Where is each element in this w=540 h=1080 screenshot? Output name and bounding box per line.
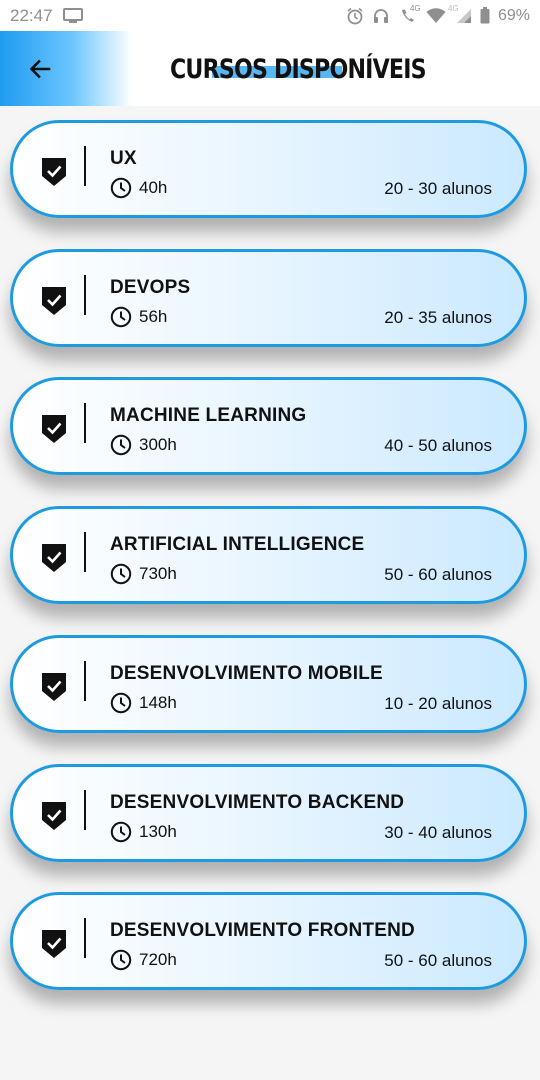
clock-icon (110, 177, 132, 199)
course-students: 50 - 60 alunos (384, 565, 492, 584)
card-divider (84, 661, 86, 701)
course-hours-row: 40h (110, 177, 167, 199)
course-hours: 300h (139, 435, 177, 454)
course-hours: 130h (139, 822, 177, 841)
network-label: 4G (409, 3, 421, 13)
course-hours: 56h (139, 307, 168, 326)
course-hours-row: 720h (110, 949, 177, 971)
clock-icon (110, 563, 132, 585)
wifi-icon (426, 7, 446, 24)
battery-icon (480, 7, 490, 24)
course-students: 30 - 40 alunos (384, 823, 492, 842)
course-card[interactable]: DESENVOLVIMENTO BACKEND 130h 30 - 40 alu… (10, 764, 527, 862)
card-divider (84, 275, 86, 315)
signal-icon: 4G (448, 4, 472, 24)
course-hours-row: 300h (110, 434, 177, 456)
card-divider (84, 532, 86, 572)
clock-icon (110, 821, 132, 843)
course-name: DESENVOLVIMENTO FRONTEND (110, 920, 415, 941)
course-name: MACHINE LEARNING (110, 405, 307, 426)
course-card[interactable]: MACHINE LEARNING 300h 40 - 50 alunos (10, 377, 527, 475)
shield-check-icon (41, 543, 67, 573)
shield-check-icon (41, 286, 67, 316)
course-name: ARTIFICIAL INTELLIGENCE (110, 534, 365, 555)
course-card[interactable]: DESENVOLVIMENTO MOBILE 148h 10 - 20 alun… (10, 635, 527, 733)
arrow-left-icon (28, 57, 52, 81)
app-bar: CURSOS DISPONÍVEIS (0, 31, 540, 106)
clock-icon (110, 692, 132, 714)
course-hours: 730h (139, 564, 177, 583)
course-students: 20 - 35 alunos (384, 308, 492, 327)
back-button[interactable] (20, 49, 60, 89)
network-label-2: 4G (447, 3, 459, 13)
screen-icon (62, 7, 83, 24)
course-hours: 148h (139, 693, 177, 712)
clock-icon (110, 949, 132, 971)
course-card[interactable]: ARTIFICIAL INTELLIGENCE 730h 50 - 60 alu… (10, 506, 527, 604)
clock-icon (110, 434, 132, 456)
course-students: 10 - 20 alunos (384, 694, 492, 713)
course-hours: 40h (139, 178, 168, 197)
course-card[interactable]: UX 40h 20 - 30 alunos (10, 120, 527, 218)
shield-check-icon (41, 929, 67, 959)
shield-check-icon (41, 801, 67, 831)
shield-check-icon (41, 672, 67, 702)
wifi-call-icon: 4G (398, 3, 421, 25)
course-students: 40 - 50 alunos (384, 436, 492, 455)
status-time: 22:47 (10, 5, 53, 25)
course-hours: 720h (139, 950, 177, 969)
course-hours-row: 56h (110, 306, 167, 328)
course-card[interactable]: DESENVOLVIMENTO FRONTEND 720h 50 - 60 al… (10, 892, 527, 990)
course-hours-row: 130h (110, 821, 177, 843)
course-name: DESENVOLVIMENTO BACKEND (110, 792, 405, 813)
headset-icon (372, 7, 390, 25)
status-bar: 22:47 4G 4G 69% (0, 0, 540, 31)
course-name: DESENVOLVIMENTO MOBILE (110, 663, 383, 684)
clock-icon (110, 306, 132, 328)
back-area (0, 31, 132, 106)
course-name: DEVOPS (110, 277, 191, 298)
title-wrap: CURSOS DISPONÍVEIS (170, 54, 482, 85)
course-hours-row: 148h (110, 692, 177, 714)
course-name: UX (110, 148, 137, 169)
card-divider (84, 403, 86, 443)
card-divider (84, 146, 86, 186)
card-divider (84, 918, 86, 958)
battery-level: 69% (497, 6, 530, 24)
course-students: 20 - 30 alunos (384, 179, 492, 198)
course-hours-row: 730h (110, 563, 177, 585)
alarm-icon (346, 7, 364, 25)
card-divider (84, 790, 86, 830)
course-students: 50 - 60 alunos (384, 951, 492, 970)
shield-check-icon (41, 414, 67, 444)
page-title: CURSOS DISPONÍVEIS (170, 54, 427, 85)
shield-check-icon (41, 157, 67, 187)
course-card[interactable]: DEVOPS 56h 20 - 35 alunos (10, 249, 527, 347)
